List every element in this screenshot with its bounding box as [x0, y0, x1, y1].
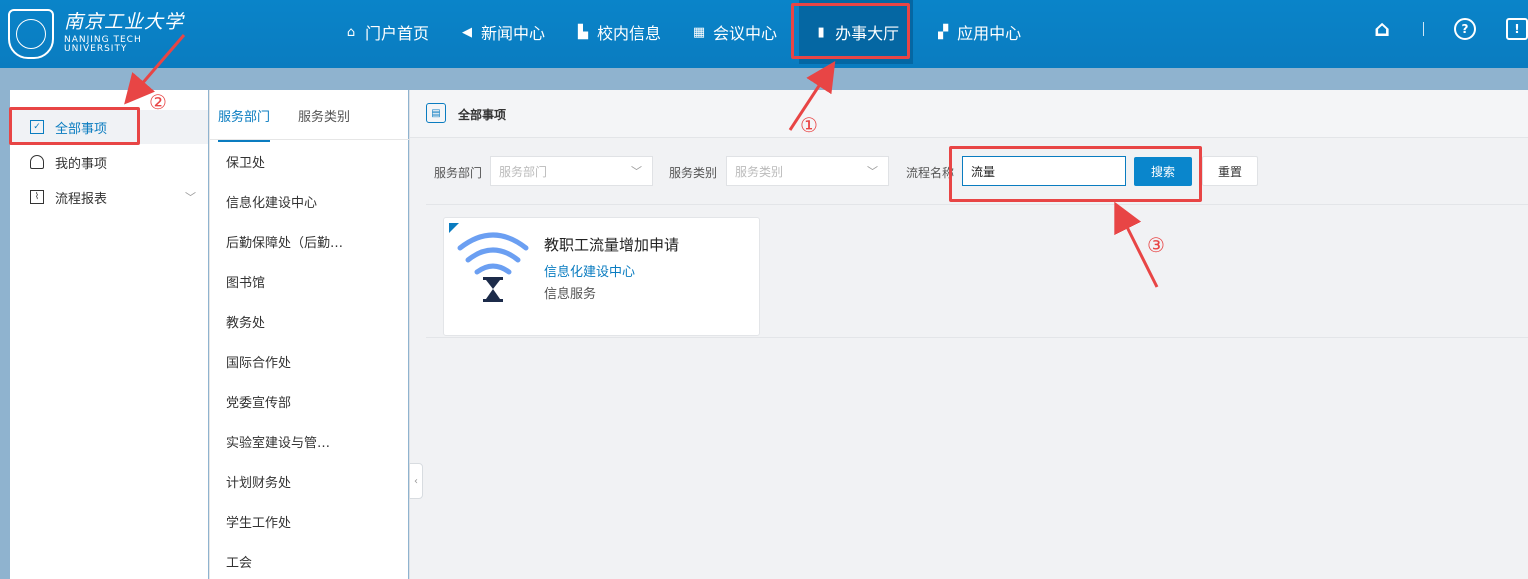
annotation-arrow-1	[788, 60, 836, 131]
annotation-arrow-2	[124, 34, 186, 105]
annotation-arrow-3	[1114, 201, 1159, 288]
annotation-arrows	[124, 34, 1159, 288]
